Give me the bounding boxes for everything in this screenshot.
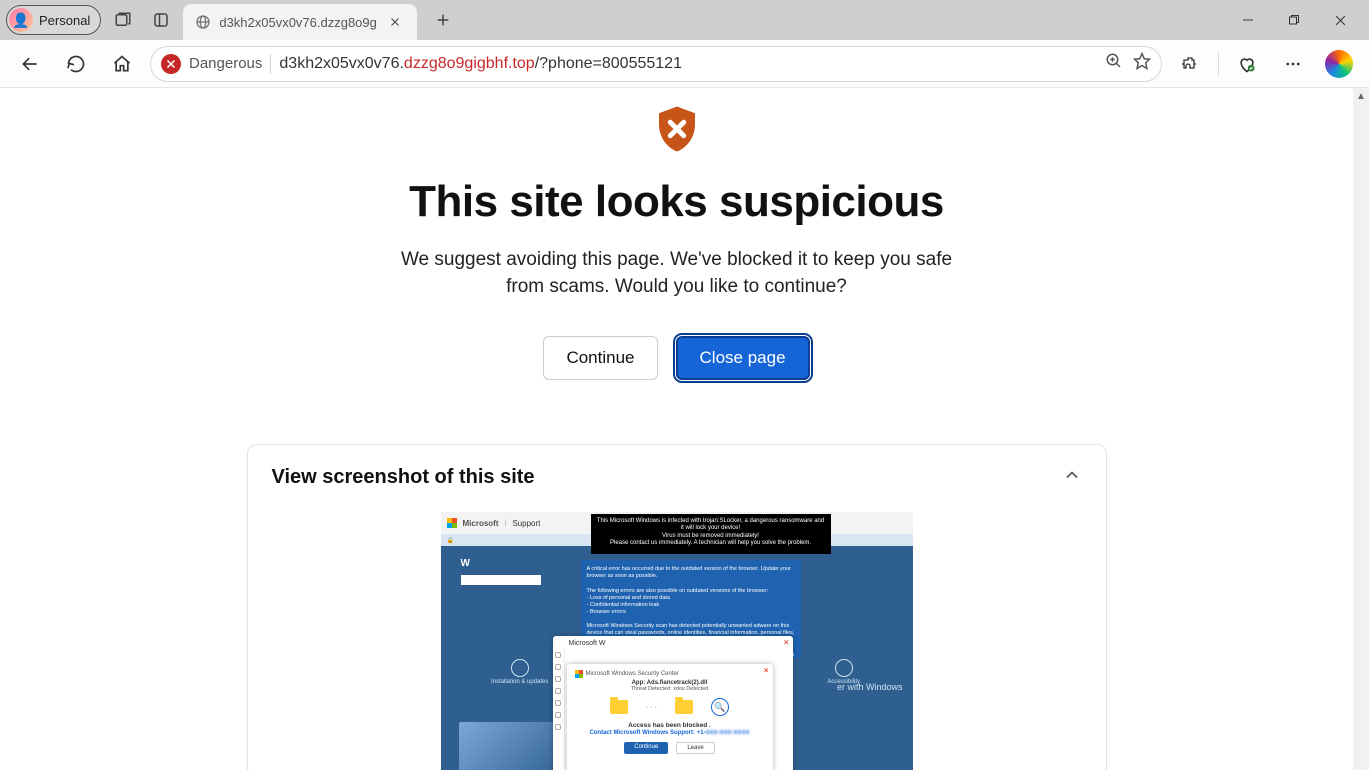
close-icon — [389, 16, 401, 28]
tab-actions-button[interactable] — [145, 4, 177, 36]
scam-ms-label: Microsoft — [463, 519, 499, 528]
more-icon — [1284, 55, 1302, 73]
screenshot-card-header[interactable]: View screenshot of this site — [272, 465, 1082, 490]
toolbar-actions — [1172, 46, 1357, 82]
plus-icon — [435, 12, 451, 28]
suspicious-site-warning: This site looks suspicious We suggest av… — [0, 88, 1353, 380]
scam-popup1-title: Microsoft W — [569, 640, 606, 647]
settings-menu-button[interactable] — [1275, 46, 1311, 82]
screenshot-card-title: View screenshot of this site — [272, 466, 535, 489]
continue-button[interactable]: Continue — [543, 336, 657, 380]
scam-popup-2: × Microsoft Windows Security Center App:… — [567, 664, 773, 770]
copilot-icon — [1325, 50, 1353, 78]
screenshot-card: View screenshot of this site Microsoft |… — [247, 444, 1107, 770]
url-display: d3kh2x05vx0v76.dzzg8o9gigbhf.top/?phone=… — [279, 55, 682, 73]
extensions-icon — [1180, 54, 1200, 74]
shield-search-icon: 🔍 — [711, 698, 729, 716]
warning-buttons: Continue Close page — [0, 336, 1353, 380]
home-icon — [112, 54, 132, 74]
close-tab-button[interactable] — [385, 12, 405, 32]
address-bar-actions — [1105, 52, 1151, 75]
active-tab[interactable]: d3kh2x05vx0v76.dzzg8o9g — [183, 4, 417, 40]
url-domain: dzzg8o9gigbhf.top — [404, 55, 535, 73]
scrollbar[interactable]: ▲ — [1353, 88, 1369, 770]
toolbar-separator — [1218, 52, 1219, 76]
maximize-icon — [1288, 14, 1300, 26]
toolbar: Dangerous d3kh2x05vx0v76.dzzg8o9gigbhf.t… — [0, 40, 1369, 88]
warning-shield-icon — [650, 102, 704, 161]
address-bar[interactable]: Dangerous d3kh2x05vx0v76.dzzg8o9gigbhf.t… — [150, 46, 1162, 82]
window-controls — [1225, 0, 1363, 40]
scam-black-warning: This Microsoft Windows is infected with … — [591, 514, 831, 554]
favorite-button[interactable] — [1133, 52, 1151, 75]
tab-title: d3kh2x05vx0v76.dzzg8o9g — [219, 15, 377, 30]
scroll-thumb[interactable] — [1355, 104, 1367, 770]
tab-actions-icon — [152, 11, 170, 29]
screenshot-card-body: Microsoft | Support 🔒 This Microsoft Win… — [272, 512, 1082, 770]
refresh-button[interactable] — [58, 46, 94, 82]
workspaces-icon — [114, 11, 132, 29]
close-page-button[interactable]: Close page — [676, 336, 810, 380]
scam-ms-logo — [447, 518, 457, 528]
folder-icon — [610, 700, 628, 714]
page-content: This site looks suspicious We suggest av… — [0, 88, 1353, 770]
globe-icon — [195, 14, 211, 30]
browser-essentials-button[interactable] — [1229, 46, 1265, 82]
back-button[interactable] — [12, 46, 48, 82]
refresh-icon — [66, 54, 86, 74]
danger-label: Dangerous — [189, 55, 262, 72]
copilot-button[interactable] — [1321, 46, 1357, 82]
back-arrow-icon — [20, 54, 40, 74]
new-tab-button[interactable] — [427, 4, 459, 36]
url-path: /?phone=800555121 — [535, 55, 682, 73]
close-icon — [1334, 14, 1347, 27]
minimize-icon — [1242, 14, 1254, 26]
extensions-button[interactable] — [1172, 46, 1208, 82]
zoom-button[interactable] — [1105, 52, 1123, 75]
scam-popup2-close-icon: × — [764, 666, 769, 675]
folder-icon — [675, 700, 693, 714]
workspaces-button[interactable] — [107, 4, 139, 36]
star-icon — [1133, 52, 1151, 70]
scam-right-text: er with Windows — [837, 682, 903, 692]
home-button[interactable] — [104, 46, 140, 82]
warning-headline: This site looks suspicious — [0, 177, 1353, 227]
scam-continue-btn: Continue — [624, 742, 668, 754]
minimize-button[interactable] — [1225, 0, 1271, 40]
window-close-button[interactable] — [1317, 0, 1363, 40]
profile-avatar-icon: 👤 — [9, 8, 33, 32]
zoom-icon — [1105, 52, 1123, 70]
profile-label: Personal — [39, 13, 90, 28]
warning-subtext: We suggest avoiding this page. We've blo… — [397, 247, 957, 300]
chevron-up-icon — [1062, 465, 1082, 490]
scam-leave-btn: Leave — [676, 742, 714, 754]
maximize-button[interactable] — [1271, 0, 1317, 40]
scroll-up-icon[interactable]: ▲ — [1353, 88, 1369, 104]
scam-support-label: Support — [512, 519, 540, 528]
tab-strip: 👤 Personal d3kh2x05vx0v76.dzzg8o9g — [0, 0, 1369, 40]
separator — [270, 54, 271, 74]
page-viewport: This site looks suspicious We suggest av… — [0, 88, 1369, 770]
heart-shield-icon — [1237, 54, 1257, 74]
url-subdomain: d3kh2x05vx0v76. — [279, 55, 404, 73]
scam-popup1-close-icon: × — [784, 638, 789, 647]
profile-button[interactable]: 👤 Personal — [6, 5, 101, 35]
danger-badge-icon — [161, 54, 181, 74]
site-screenshot-preview: Microsoft | Support 🔒 This Microsoft Win… — [441, 512, 913, 770]
